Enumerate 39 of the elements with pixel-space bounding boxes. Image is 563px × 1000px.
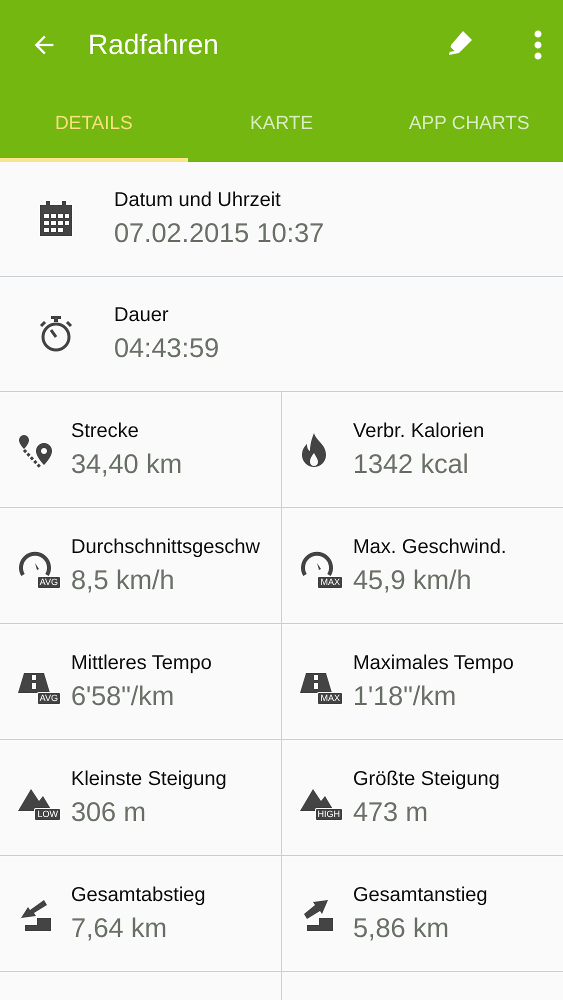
more-options-icon[interactable] — [533, 30, 543, 60]
tab[interactable]: KARTE — [188, 90, 376, 162]
stat-value: 45,9 km/h — [353, 564, 473, 596]
stat-value: 1342 kcal — [353, 448, 470, 480]
flame-icon — [300, 432, 328, 468]
stat-label: Maximales Tempo — [353, 650, 514, 676]
stat-value: 8,5 km/h — [71, 564, 176, 596]
detail-value: 04:43:59 — [114, 332, 220, 365]
stat-value: 5,86 km — [353, 912, 450, 944]
screen-title: Radfahren — [88, 29, 220, 61]
icon-badge: MAX — [317, 692, 343, 704]
stat-value: 34,40 km — [71, 448, 182, 480]
detail-label: Datum und Uhrzeit — [114, 188, 282, 213]
stat-value: 6'58"/km — [71, 680, 176, 712]
tab[interactable]: DETAILS — [0, 90, 188, 162]
stat-label: Kleinste Steigung — [71, 766, 227, 792]
calendar-icon — [39, 201, 73, 237]
detail-value: 07.02.2015 10:37 — [114, 217, 324, 250]
stat-value: 306 m — [71, 796, 148, 828]
stat-value: 7,64 km — [71, 912, 168, 944]
icon-badge: MAX — [317, 576, 343, 588]
route-pins-icon — [18, 432, 54, 468]
stat-label: Größte Steigung — [353, 766, 500, 792]
stat-label: Gesamtanstieg — [353, 882, 488, 908]
icon-badge: AVG — [36, 692, 61, 704]
stat-label: Max. Geschwind. — [353, 534, 506, 560]
icon-badge: HIGH — [314, 808, 343, 820]
detail-label: Dauer — [114, 303, 170, 328]
stat-label: Gesamtabstieg — [71, 882, 206, 908]
stat-value: 1'18"/km — [353, 680, 458, 712]
stat-label: Mittleres Tempo — [71, 650, 212, 676]
stopwatch-icon — [39, 316, 73, 352]
stat-value: 473 m — [353, 796, 430, 828]
tab[interactable]: APP CHARTS — [375, 90, 563, 162]
stat-label: Durchschnittsgeschw — [71, 534, 260, 560]
stat-label: Strecke — [71, 418, 140, 444]
icon-badge: LOW — [34, 808, 61, 820]
icon-badge: AVG — [36, 576, 61, 588]
stat-label: Verbr. Kalorien — [353, 418, 484, 444]
